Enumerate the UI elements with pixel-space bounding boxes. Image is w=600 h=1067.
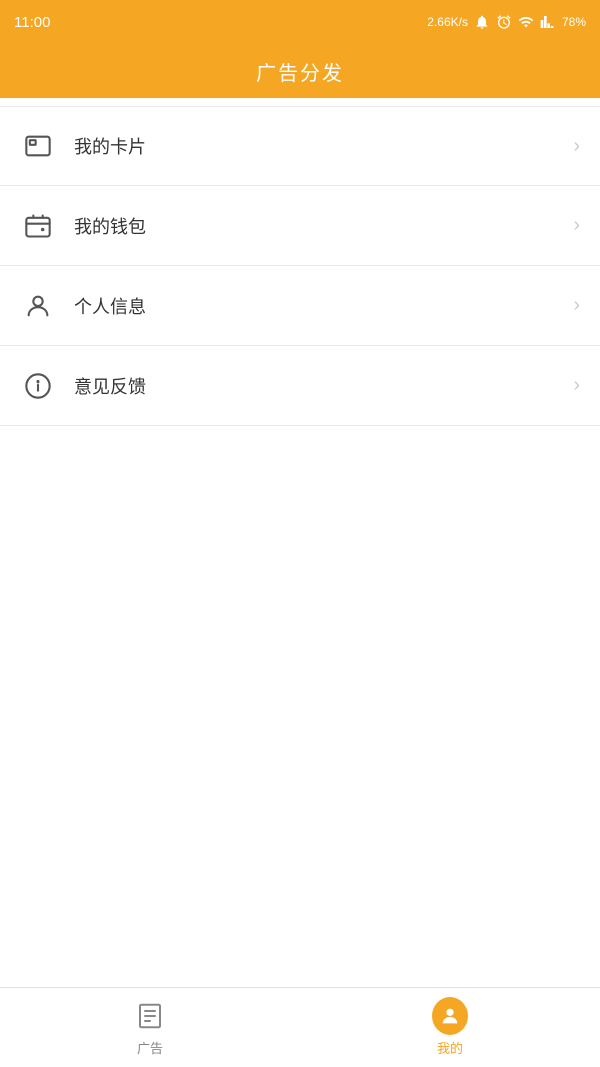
menu-label-my-wallet: 我的钱包 (74, 213, 573, 239)
app-header: 广告分发 (0, 44, 600, 98)
menu-item-my-wallet[interactable]: 我的钱包 › (0, 186, 600, 266)
tab-item-mine[interactable]: 我的 (300, 988, 600, 1067)
notification-icon (474, 14, 490, 30)
arrow-personal-info: › (573, 294, 580, 317)
wallet-icon (20, 208, 56, 244)
menu-label-personal-info: 个人信息 (74, 293, 573, 319)
status-right-icons: 2.66K/s 78% (427, 14, 586, 30)
alarm-icon (496, 14, 512, 30)
page-title: 广告分发 (256, 57, 344, 86)
tab-label-ad: 广告 (137, 1038, 163, 1057)
signal-icon (540, 14, 556, 30)
card-icon (20, 128, 56, 164)
menu-item-personal-info[interactable]: 个人信息 › (0, 266, 600, 346)
arrow-my-card: › (573, 135, 580, 158)
wifi-icon (518, 14, 534, 30)
ad-tab-icon (132, 998, 168, 1034)
status-bar: 11:00 2.66K/s 78% (0, 0, 600, 44)
tab-bar: 广告 我的 (0, 987, 600, 1067)
status-speed: 2.66K/s (427, 15, 468, 29)
menu-item-feedback[interactable]: 意见反馈 › (0, 346, 600, 426)
arrow-my-wallet: › (573, 214, 580, 237)
menu-label-feedback: 意见反馈 (74, 373, 573, 399)
arrow-feedback: › (573, 374, 580, 397)
avatar-circle (432, 997, 468, 1035)
menu-item-my-card[interactable]: 我的卡片 › (0, 106, 600, 186)
person-icon (20, 288, 56, 324)
status-time: 11:00 (14, 14, 50, 31)
feedback-icon (20, 368, 56, 404)
tab-item-ad[interactable]: 广告 (0, 988, 300, 1067)
menu-label-my-card: 我的卡片 (74, 133, 573, 159)
battery-status: 78% (562, 15, 586, 29)
tab-label-mine: 我的 (437, 1038, 463, 1057)
menu-list: 我的卡片 › 我的钱包 › 个人信息 › (0, 106, 600, 426)
mine-tab-icon (432, 998, 468, 1034)
